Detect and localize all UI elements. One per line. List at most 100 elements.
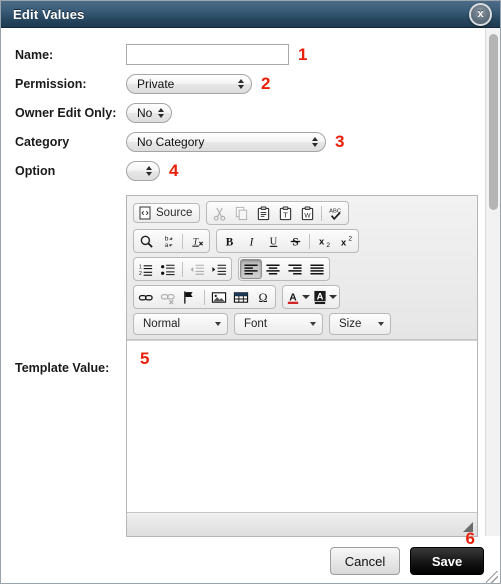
text-color-icon[interactable]: A [284, 287, 301, 307]
paste-icon[interactable] [252, 203, 274, 223]
chevron-updown-icon [158, 107, 164, 118]
template-value-label: Template Value: [15, 361, 110, 375]
font-size-dropdown[interactable]: Size [329, 313, 391, 335]
annotation-marker-6: 6 [465, 529, 475, 548]
align-left-icon[interactable] [240, 259, 262, 279]
name-label: Name: [15, 47, 54, 62]
close-icon[interactable]: x [469, 3, 492, 26]
owner-edit-only-select[interactable]: No [126, 102, 172, 123]
numbered-list-icon[interactable]: 12 [135, 259, 157, 279]
form-row-name: Name: 1 [15, 40, 478, 69]
copy-icon[interactable] [230, 203, 252, 223]
paragraph-format-dropdown[interactable]: Normal [133, 313, 228, 335]
text-style-group: B I U S x 2 x 2 [216, 229, 359, 253]
subscript-icon[interactable]: x2 [313, 231, 335, 251]
paste-as-text-icon[interactable]: T [274, 203, 296, 223]
italic-icon[interactable]: I [240, 231, 262, 251]
chevron-updown-icon [146, 165, 152, 176]
outdent-icon[interactable] [186, 259, 208, 279]
chevron-updown-icon [312, 136, 318, 147]
svg-text:B: B [225, 236, 233, 248]
editor-toolbar-row-3: 12 [133, 257, 473, 281]
insert-group: Ω [133, 285, 276, 309]
dialog-footer: Cancel Save 6 [1, 529, 500, 583]
form-area: Name: 1 Permission: Private 2 Owner Edit… [1, 40, 500, 185]
find-icon[interactable] [135, 231, 157, 251]
remove-format-icon[interactable]: T [186, 231, 208, 251]
cut-icon[interactable] [208, 203, 230, 223]
svg-text:U: U [269, 236, 277, 247]
cancel-button[interactable]: Cancel [330, 547, 400, 575]
alignment-group [238, 257, 330, 281]
replace-icon[interactable]: ba [157, 231, 179, 251]
strikethrough-icon[interactable]: S [284, 231, 306, 251]
toolbar-separator [321, 205, 323, 221]
source-button[interactable]: Source [133, 203, 201, 223]
editor-toolbar-row-5: Normal Font Size [133, 313, 473, 335]
toolbar-separator [182, 233, 183, 249]
close-icon-glyph: x [477, 8, 484, 20]
svg-text:Ω: Ω [258, 291, 267, 305]
dialog-resize-handle[interactable] [486, 571, 498, 583]
annotation-marker-1: 1 [298, 44, 308, 64]
link-icon[interactable] [135, 287, 157, 307]
toolbar-separator [182, 261, 183, 277]
chevron-down-icon [310, 322, 316, 326]
unlink-icon[interactable] [157, 287, 179, 307]
svg-text:x: x [319, 236, 325, 246]
chevron-down-icon [215, 322, 221, 326]
toolbar-separator [204, 289, 205, 305]
image-icon[interactable] [208, 287, 230, 307]
category-label: Category [15, 134, 70, 149]
dialog-title: Edit Values [13, 6, 85, 22]
rich-text-editor: Source T W ABC b a T B I U S x 2 x 2 1 2… [126, 195, 478, 537]
bold-icon[interactable]: B [218, 231, 240, 251]
category-select[interactable]: No Category [126, 131, 326, 152]
superscript-icon[interactable]: x2 [335, 231, 357, 251]
svg-text:W: W [304, 212, 311, 219]
table-icon[interactable] [230, 287, 252, 307]
svg-text:2: 2 [139, 271, 142, 277]
editor-toolbar-row-1: Source T W ABC [133, 201, 473, 225]
anchor-icon[interactable] [179, 287, 201, 307]
special-char-icon[interactable]: Ω [252, 287, 274, 307]
editor-toolbar-row-4: Ω A A [133, 285, 473, 309]
scrollbar-thumb[interactable] [489, 34, 498, 210]
text-color-dropdown-icon[interactable] [301, 287, 311, 307]
background-color-dropdown-icon[interactable] [328, 287, 338, 307]
toolbar-separator [309, 233, 310, 249]
vertical-scrollbar[interactable] [485, 28, 500, 536]
spellcheck-icon[interactable]: ABC [325, 203, 347, 223]
option-label: Option [15, 163, 56, 178]
clipboard-group: T W ABC [206, 201, 350, 225]
find-group: ba T [133, 229, 210, 253]
editor-toolbar: Source T W ABC b a T B I U S x 2 x 2 1 2… [127, 196, 477, 340]
name-input[interactable] [126, 44, 289, 65]
color-group: A A [282, 285, 340, 309]
option-select[interactable] [126, 160, 160, 181]
permission-select-value: Private [137, 76, 175, 91]
align-justify-icon[interactable] [306, 259, 328, 279]
save-button[interactable]: Save [410, 547, 484, 575]
align-center-icon[interactable] [262, 259, 284, 279]
list-indent-group: 12 [133, 257, 232, 281]
annotation-marker-3: 3 [335, 131, 345, 151]
form-row-template-value: Template Value: Source T W ABC b a T B I… [1, 195, 500, 537]
edit-values-dialog: Edit Values x Name: 1 Permission: Privat… [0, 0, 501, 584]
background-color-icon[interactable]: A [311, 287, 328, 307]
indent-icon[interactable] [208, 259, 230, 279]
svg-text:2: 2 [326, 242, 330, 249]
form-row-permission: Permission: Private 2 [15, 69, 478, 98]
dialog-titlebar: Edit Values x [1, 1, 500, 28]
font-family-value: Font [244, 318, 268, 330]
align-right-icon[interactable] [284, 259, 306, 279]
permission-select[interactable]: Private [126, 73, 252, 94]
form-row-owner-edit-only: Owner Edit Only: No [15, 98, 478, 127]
source-code-icon [138, 206, 152, 220]
paste-from-word-icon[interactable]: W [296, 203, 318, 223]
bulleted-list-icon[interactable] [157, 259, 179, 279]
underline-icon[interactable]: U [262, 231, 284, 251]
svg-text:1: 1 [139, 264, 142, 270]
editor-content-area[interactable]: 5 [127, 340, 477, 512]
font-family-dropdown[interactable]: Font [234, 313, 323, 335]
